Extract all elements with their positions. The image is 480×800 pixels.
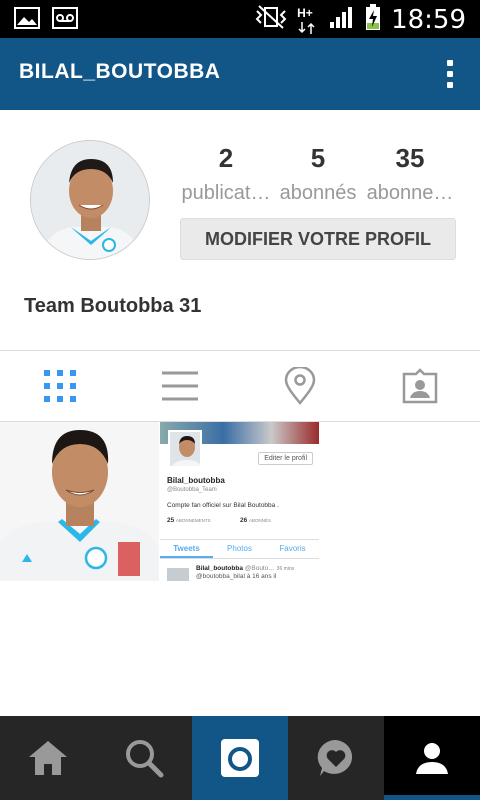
twitter-tweet-text: @boutobba_bilal à 16 ans il [196, 573, 277, 580]
tab-list-view[interactable] [120, 351, 240, 421]
twitter-tab: Tweets [160, 540, 213, 558]
battery-charging-icon [365, 3, 381, 36]
status-bar: H+ 18:59 [0, 0, 480, 38]
nav-search[interactable] [96, 716, 192, 800]
nav-camera[interactable] [192, 716, 288, 800]
twitter-bio: Compte fan officiel sur Bilal Boutobba . [167, 502, 279, 509]
nav-home[interactable] [0, 716, 96, 800]
vibrate-mute-icon [255, 5, 287, 34]
twitter-tweet-avatar [167, 568, 189, 581]
posts-grid: Editer le profil Bilal_boutobba @Boutobb… [0, 422, 480, 582]
network-type-icon: H+ [297, 6, 319, 34]
clock: 18:59 [391, 4, 466, 35]
image-icon [14, 7, 40, 34]
stat-following[interactable]: 35 abonne… [364, 143, 456, 205]
signal-icon [329, 5, 355, 34]
edit-profile-button[interactable]: MODIFIER VOTRE PROFIL [180, 218, 456, 260]
app-bar: BILAL_BOUTOBBA [0, 38, 480, 110]
twitter-edit-profile-button: Editer le profil [258, 452, 313, 465]
twitter-following-count: 25 ABONNEMENTS [167, 517, 211, 524]
view-tabs [0, 350, 480, 422]
profile-full-name: Team Boutobba 31 [24, 295, 202, 317]
nav-activity[interactable] [288, 716, 384, 800]
avatar[interactable] [30, 140, 150, 260]
voicemail-icon [52, 7, 78, 34]
post-thumbnail[interactable] [0, 422, 159, 581]
stat-value: 5 [310, 143, 326, 173]
twitter-profile-screenshot: Editer le profil Bilal_boutobba @Boutobb… [160, 422, 319, 581]
nav-profile[interactable] [384, 716, 480, 800]
home-icon [29, 741, 67, 775]
tagged-photo-icon [402, 368, 438, 404]
list-icon [162, 371, 198, 401]
stat-label: abonne… [366, 182, 454, 204]
twitter-avatar [168, 430, 202, 468]
profile-stats: 2 publicat… 5 abonnés 35 abonne… [180, 143, 456, 205]
search-icon [126, 740, 164, 778]
camera-icon [221, 739, 259, 777]
profile-username-title: BILAL_BOUTOBBA [19, 60, 221, 83]
twitter-handle: @Boutobba_Team [167, 487, 217, 493]
twitter-followers-count: 26 ABONNÉS [240, 517, 271, 524]
twitter-tweet-header: Bilal_boutobba @Bouto… 36 mins [196, 565, 295, 572]
more-vertical-icon[interactable] [442, 56, 458, 92]
twitter-name: Bilal_boutobba [167, 476, 225, 485]
stat-label: publicat… [181, 182, 271, 204]
bottom-nav [0, 716, 480, 800]
grid-icon [44, 370, 76, 402]
stat-followers[interactable]: 5 abonnés [272, 143, 364, 205]
twitter-tab: Favoris [279, 544, 306, 553]
post-thumbnail[interactable]: Editer le profil Bilal_boutobba @Boutobb… [160, 422, 319, 581]
profile-header: 2 publicat… 5 abonnés 35 abonne… MODIFIE… [0, 110, 480, 350]
heart-bubble-icon [317, 739, 353, 776]
twitter-tabs: Tweets Photos Favoris [160, 539, 319, 559]
stat-posts[interactable]: 2 publicat… [180, 143, 272, 205]
location-pin-icon [284, 367, 316, 405]
twitter-tab: Photos [227, 544, 252, 553]
person-icon [416, 743, 448, 774]
stat-label: abonnés [279, 182, 357, 204]
tab-tagged-view[interactable] [360, 351, 480, 421]
stat-value: 35 [395, 143, 425, 173]
tab-grid-view[interactable] [0, 351, 120, 421]
tab-map-view[interactable] [240, 351, 360, 421]
stat-value: 2 [218, 143, 234, 173]
